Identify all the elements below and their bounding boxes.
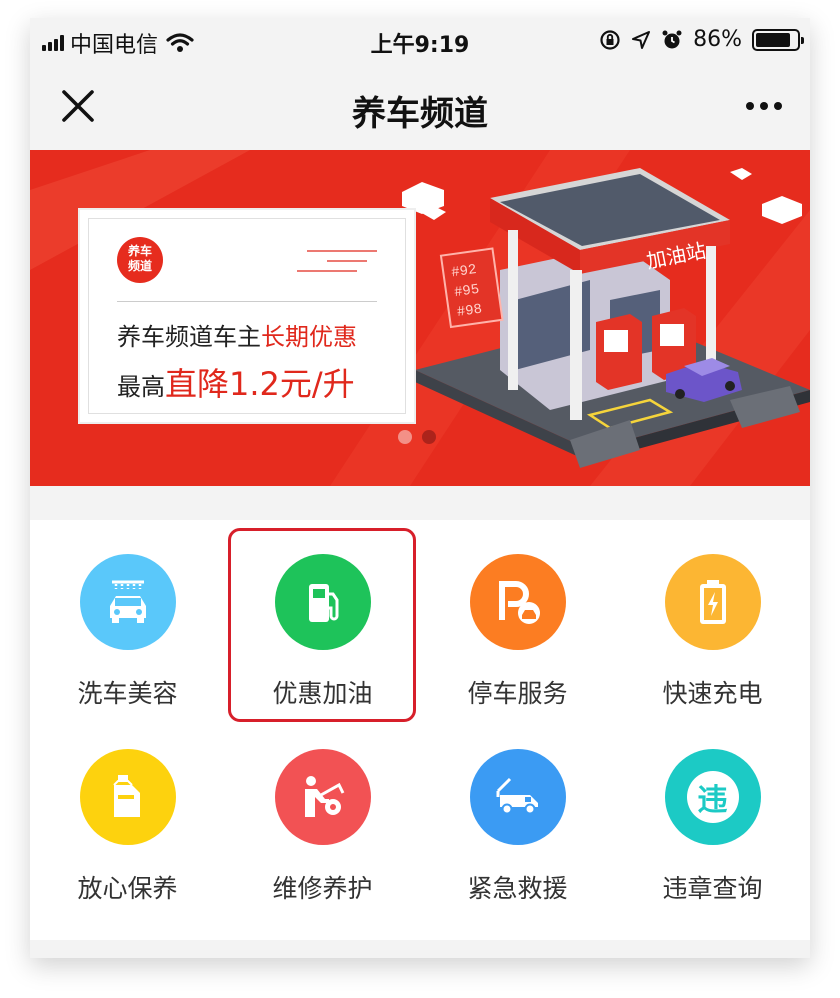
service-item-5[interactable]: 放心保养 bbox=[30, 715, 225, 910]
nav-bar: 养车频道 bbox=[30, 64, 810, 150]
car-wash-icon bbox=[79, 554, 176, 650]
violation-glyph: 违 bbox=[697, 783, 728, 818]
service-label: 快速充电 bbox=[662, 679, 763, 708]
battery-charge-icon bbox=[664, 554, 761, 650]
service-label: 违章查询 bbox=[662, 874, 763, 903]
status-bar: 中国电信 上午9:19 86% bbox=[30, 18, 810, 64]
promo-line-1: 养车频道车主长期优惠 bbox=[117, 323, 357, 351]
channel-logo: 养车频道 bbox=[117, 237, 163, 283]
promo-card: 养车频道 养车频道车主长期优惠 最高直降1.2元/升 bbox=[78, 208, 416, 424]
promo-banner[interactable]: 加油站 #92 #95 #98 养车频道 养车频道车主长期优惠 最高直降1.2元… bbox=[30, 150, 810, 486]
service-label: 维修养护 bbox=[272, 874, 373, 903]
violation-icon: 违 bbox=[664, 749, 761, 845]
parking-icon bbox=[469, 554, 566, 650]
promo-line-2: 最高直降1.2元/升 bbox=[117, 365, 355, 403]
alarm-icon bbox=[662, 30, 682, 48]
battery-percent: 86% bbox=[693, 27, 742, 52]
battery-icon bbox=[752, 28, 804, 51]
fuel-pump-icon bbox=[274, 554, 371, 650]
phone-screen: 中国电信 上午9:19 86% 养车频道 加油站 #92 #95 #98 养车频… bbox=[30, 18, 810, 958]
service-label: 洗车美容 bbox=[77, 679, 178, 708]
carousel-dot[interactable] bbox=[398, 430, 412, 444]
decorative-lines bbox=[297, 250, 377, 272]
more-button[interactable] bbox=[746, 102, 782, 110]
tow-truck-icon bbox=[469, 749, 566, 845]
carousel-indicator[interactable] bbox=[398, 430, 436, 444]
more-icon bbox=[746, 102, 754, 110]
service-item-6[interactable]: 维修养护 bbox=[225, 715, 420, 910]
oil-bottle-icon bbox=[79, 749, 176, 845]
service-item-4[interactable]: 快速充电 bbox=[615, 520, 810, 715]
service-item-8[interactable]: 违违章查询 bbox=[615, 715, 810, 910]
service-item-7[interactable]: 紧急救援 bbox=[420, 715, 615, 910]
service-label: 放心保养 bbox=[77, 874, 178, 903]
service-item-2[interactable]: 优惠加油 bbox=[225, 520, 420, 715]
location-icon bbox=[632, 30, 651, 49]
carousel-dot-active[interactable] bbox=[422, 430, 436, 444]
service-item-3[interactable]: 停车服务 bbox=[420, 520, 615, 715]
service-label: 优惠加油 bbox=[272, 679, 373, 708]
rotation-lock-icon bbox=[600, 29, 620, 50]
repair-icon bbox=[274, 749, 371, 845]
page-title: 养车频道 bbox=[352, 94, 488, 134]
service-grid: 洗车美容 优惠加油 停车服务 快速充电放心保养 维修养护 紧急救援 违违章查询 bbox=[30, 520, 810, 940]
service-item-1[interactable]: 洗车美容 bbox=[30, 520, 225, 715]
divider bbox=[117, 301, 377, 302]
service-label: 紧急救援 bbox=[467, 874, 568, 903]
service-label: 停车服务 bbox=[467, 679, 568, 708]
